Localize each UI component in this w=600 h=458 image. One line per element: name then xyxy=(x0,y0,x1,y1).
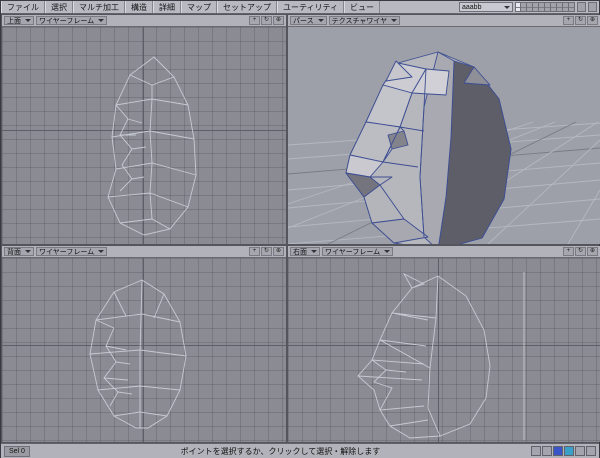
rotate-icon[interactable]: ↻ xyxy=(261,247,272,256)
render-mode-label: ワイヤーフレーム xyxy=(325,247,380,257)
zoom-icon[interactable]: ⊕ xyxy=(273,247,284,256)
menu-multiply[interactable]: マルチ加工 xyxy=(73,1,125,13)
chevron-down-icon xyxy=(25,250,31,253)
layer-next-button[interactable] xyxy=(588,2,597,12)
menu-detail[interactable]: 詳細 xyxy=(153,1,181,13)
viewport-bottom-right-header: 右面 ワイヤーフレーム + ↻ ⊕ xyxy=(288,246,600,258)
view-type-dropdown[interactable]: 上面 xyxy=(4,16,34,25)
render-mode-dropdown[interactable]: ワイヤーフレーム xyxy=(322,247,393,256)
viewport-tools: + ↻ ⊕ xyxy=(249,16,284,25)
viewport-top-left-canvas[interactable] xyxy=(2,27,286,244)
view-type-dropdown[interactable]: パース xyxy=(290,16,327,25)
viewport-tools: + ↻ ⊕ xyxy=(563,16,598,25)
perspective-scene xyxy=(288,27,600,244)
zoom-icon[interactable]: ⊕ xyxy=(273,16,284,25)
menu-utilities[interactable]: ユーティリティ xyxy=(277,1,344,13)
menu-view[interactable]: ビュー xyxy=(344,1,380,13)
view-type-label: 右面 xyxy=(293,247,307,257)
wireframe-side-view xyxy=(288,258,600,442)
view-type-label: パース xyxy=(293,16,314,26)
viewport-perspective-canvas[interactable] xyxy=(288,27,600,244)
chevron-down-icon xyxy=(98,250,104,253)
status-mini-button-3[interactable] xyxy=(553,446,563,456)
render-mode-dropdown[interactable]: ワイヤーフレーム xyxy=(36,247,107,256)
layer-bank xyxy=(515,2,575,12)
status-mini-button-6[interactable] xyxy=(586,446,596,456)
chevron-down-icon xyxy=(504,6,510,9)
pan-icon[interactable]: + xyxy=(563,16,574,25)
modeler-window: ファイル 選択 マルチ加工 構造 詳細 マップ セットアップ ユーティリティ ビ… xyxy=(0,0,600,458)
layer-button-10[interactable] xyxy=(569,2,575,12)
wireframe-top-view xyxy=(2,27,286,244)
render-mode-dropdown[interactable]: テクスチャワイヤ xyxy=(329,16,401,25)
status-mini-buttons xyxy=(531,446,596,456)
viewport-bottom-left-header: 背面 ワイヤーフレーム + ↻ ⊕ xyxy=(2,246,286,258)
head-model xyxy=(346,52,511,244)
object-preset-label: aaabb xyxy=(462,4,481,11)
viewport-top-left: 上面 ワイヤーフレーム + ↻ ⊕ xyxy=(2,15,286,244)
menu-file[interactable]: ファイル xyxy=(1,1,45,13)
object-preset-dropdown[interactable]: aaabb xyxy=(459,2,513,12)
menu-construct[interactable]: 構造 xyxy=(125,1,153,13)
chevron-down-icon xyxy=(391,19,397,22)
status-mini-button-2[interactable] xyxy=(542,446,552,456)
rotate-icon[interactable]: ↻ xyxy=(261,16,272,25)
wireframe-back-view xyxy=(2,258,286,442)
selection-count: Sel 0 xyxy=(4,446,30,457)
layer-prev-button[interactable] xyxy=(577,2,586,12)
status-bar: Sel 0 ポイントを選択するか、クリックして選択・解除します xyxy=(1,443,599,458)
viewport-perspective: パース テクスチャワイヤ + ↻ ⊕ xyxy=(288,15,600,244)
pan-icon[interactable]: + xyxy=(249,16,260,25)
zoom-icon[interactable]: ⊕ xyxy=(587,247,598,256)
viewport-top-left-header: 上面 ワイヤーフレーム + ↻ ⊕ xyxy=(2,15,286,27)
pan-icon[interactable]: + xyxy=(249,247,260,256)
view-type-label: 上面 xyxy=(7,16,21,26)
status-mini-button-4[interactable] xyxy=(564,446,574,456)
rotate-icon[interactable]: ↻ xyxy=(575,16,586,25)
status-mini-button-1[interactable] xyxy=(531,446,541,456)
chevron-down-icon xyxy=(25,19,31,22)
chevron-down-icon xyxy=(98,19,104,22)
viewport-tools: + ↻ ⊕ xyxy=(249,247,284,256)
view-type-dropdown[interactable]: 右面 xyxy=(290,247,320,256)
menu-map[interactable]: マップ xyxy=(181,1,217,13)
menu-select[interactable]: 選択 xyxy=(45,1,73,13)
viewport-bottom-left-canvas[interactable] xyxy=(2,258,286,442)
chevron-down-icon xyxy=(311,250,317,253)
status-mini-button-5[interactable] xyxy=(575,446,585,456)
viewport-bottom-right: 右面 ワイヤーフレーム + ↻ ⊕ xyxy=(288,246,600,442)
view-type-dropdown[interactable]: 背面 xyxy=(4,247,34,256)
view-type-label: 背面 xyxy=(7,247,21,257)
render-mode-label: ワイヤーフレーム xyxy=(39,16,94,26)
render-mode-label: ワイヤーフレーム xyxy=(39,247,94,257)
viewport-bottom-right-canvas[interactable] xyxy=(288,258,600,442)
status-message: ポイントを選択するか、クリックして選択・解除します xyxy=(38,446,523,457)
chevron-down-icon xyxy=(318,19,324,22)
chevron-down-icon xyxy=(384,250,390,253)
viewport-bottom-left: 背面 ワイヤーフレーム + ↻ ⊕ xyxy=(2,246,286,442)
zoom-icon[interactable]: ⊕ xyxy=(587,16,598,25)
viewport-perspective-header: パース テクスチャワイヤ + ↻ ⊕ xyxy=(288,15,600,27)
viewport-tools: + ↻ ⊕ xyxy=(563,247,598,256)
menu-setup[interactable]: セットアップ xyxy=(217,1,277,13)
menu-bar: ファイル 選択 マルチ加工 構造 詳細 マップ セットアップ ユーティリティ ビ… xyxy=(1,1,599,14)
render-mode-dropdown[interactable]: ワイヤーフレーム xyxy=(36,16,107,25)
render-mode-label: テクスチャワイヤ xyxy=(332,16,388,26)
pan-icon[interactable]: + xyxy=(563,247,574,256)
rotate-icon[interactable]: ↻ xyxy=(575,247,586,256)
menu-right-cluster: aaabb xyxy=(459,1,599,13)
